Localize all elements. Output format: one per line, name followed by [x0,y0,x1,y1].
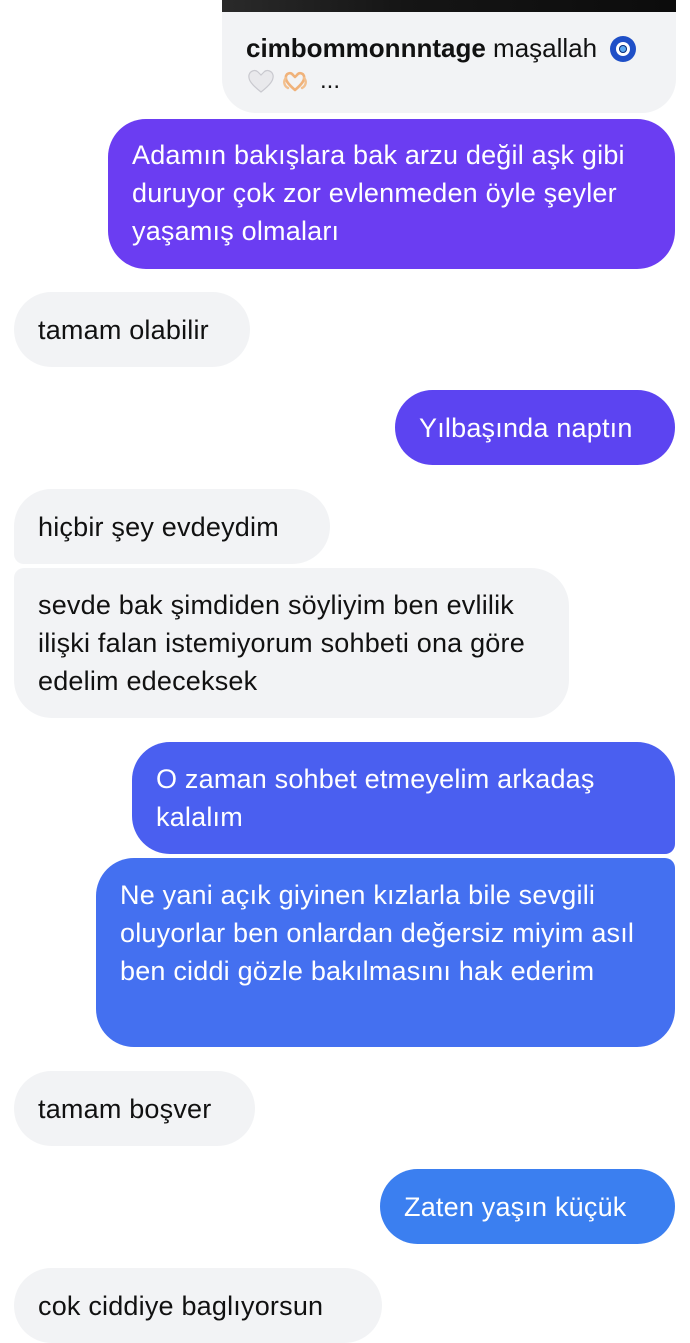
post-image-content [222,0,676,12]
message-text: tamam boşver [38,1094,212,1124]
shared-post-caption-line2: ... [246,66,340,96]
shared-post-image[interactable] [222,0,676,12]
message-bubble-outgoing[interactable]: Zaten yaşın küçük [380,1169,675,1244]
shared-post-caption: cimbommonnntage maşallah [246,32,666,64]
shared-post-caption-text: maşallah [493,33,598,63]
message-text: tamam olabilir [38,315,209,345]
message-text: O zaman sohbet etmeyelim arkadaş kalalım [156,764,595,832]
message-bubble-incoming[interactable]: tamam boşver [14,1071,255,1146]
message-bubble-outgoing[interactable]: O zaman sohbet etmeyelim arkadaş kalalım [132,742,675,854]
message-text: Adamın bakışlara bak arzu değil aşk gibi… [132,140,625,246]
message-bubble-incoming[interactable]: sevde bak şimdiden söyliyim ben evlilik … [14,568,569,718]
heart-hands-icon [280,66,310,96]
caption-more[interactable]: ... [320,66,340,96]
message-text: Ne yani açık giyinen kızlarla bile sevgi… [120,880,635,986]
message-bubble-incoming[interactable]: tamam olabilir [14,292,250,367]
message-text: sevde bak şimdiden söyliyim ben evlilik … [38,590,525,696]
message-text: Zaten yaşın küçük [404,1192,627,1222]
white-heart-icon [246,66,276,96]
message-bubble-outgoing[interactable]: Adamın bakışlara bak arzu değil aşk gibi… [108,119,675,269]
message-text: cok ciddiye baglıyorsun [38,1291,324,1321]
shared-post-card[interactable]: cimbommonnntage maşallah ... [222,0,676,113]
evil-eye-icon [610,36,637,62]
message-bubble-outgoing[interactable]: Yılbaşında naptın [395,390,675,465]
shared-post-username[interactable]: cimbommonnntage [246,33,486,63]
message-bubble-incoming[interactable]: cok ciddiye baglıyorsun [14,1268,382,1343]
message-bubble-incoming[interactable]: hiçbir şey evdeydim [14,489,330,564]
message-text: Yılbaşında naptın [419,413,633,443]
message-bubble-outgoing[interactable]: Ne yani açık giyinen kızlarla bile sevgi… [96,858,675,1047]
message-text: hiçbir şey evdeydim [38,512,279,542]
